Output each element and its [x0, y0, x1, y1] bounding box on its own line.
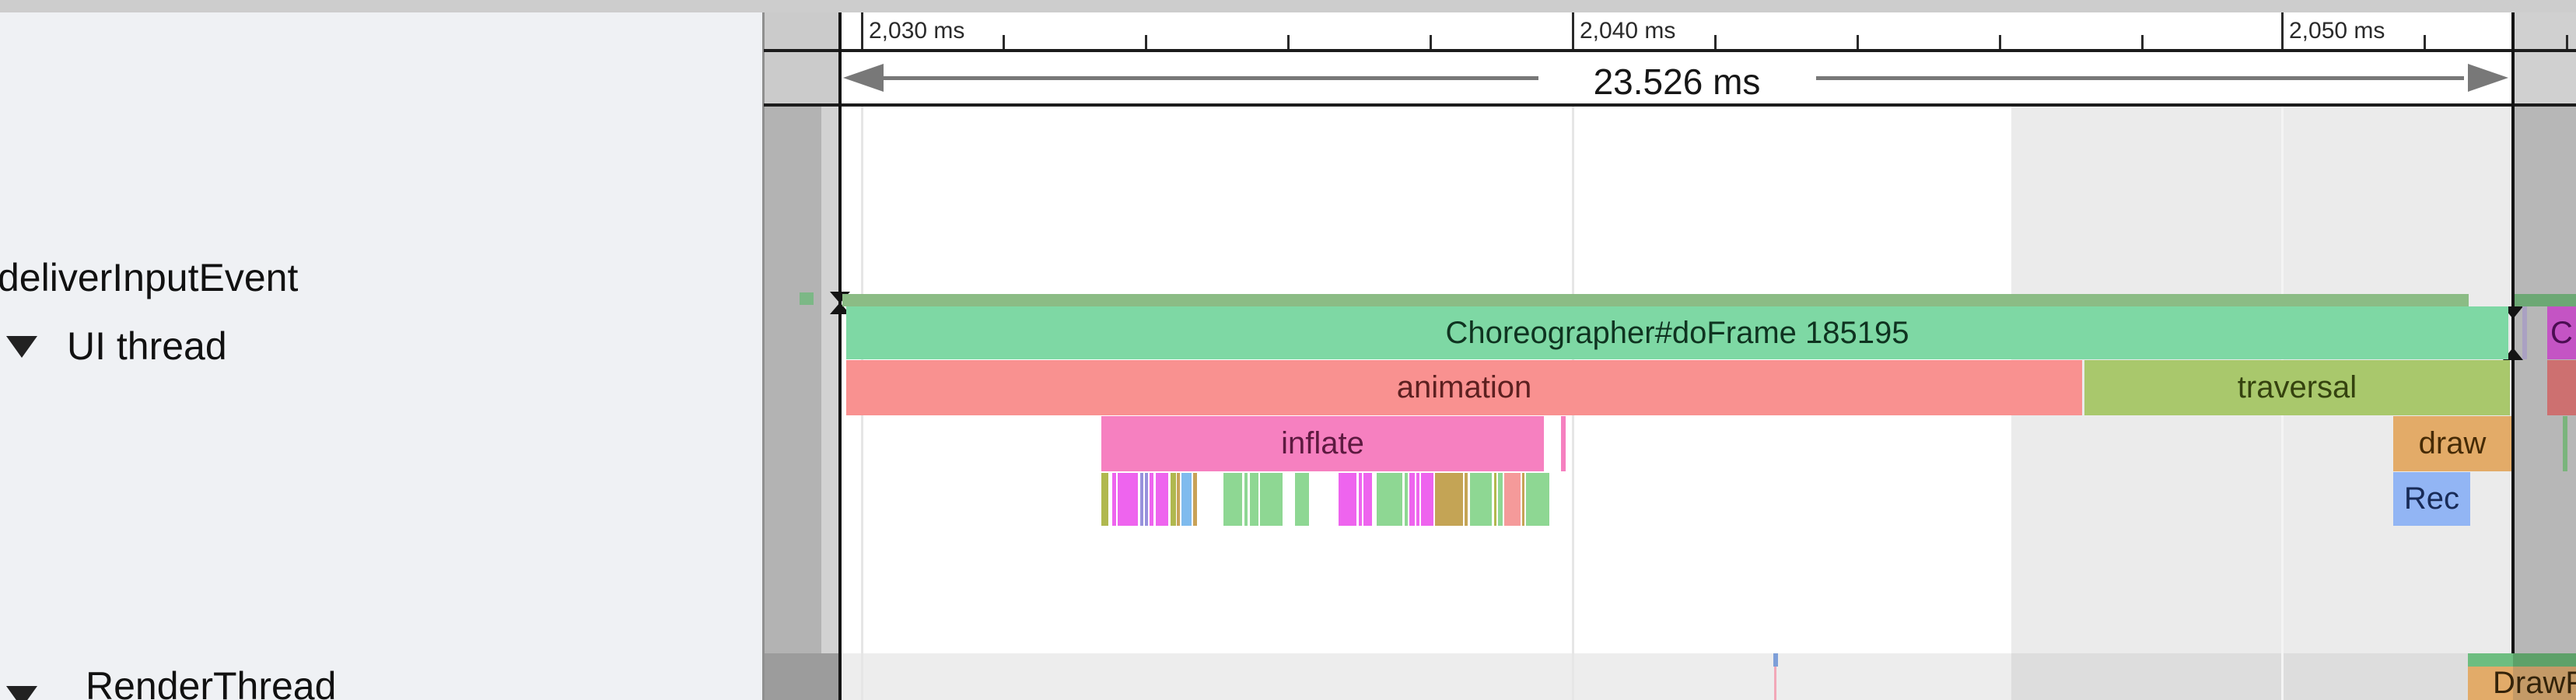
- timeline-sliver[interactable]: [1181, 473, 1192, 526]
- slice-label: draw: [2419, 426, 2487, 461]
- render-thread-slice[interactable]: DrawF: [2468, 667, 2513, 700]
- timeline-sliver[interactable]: [1416, 473, 1419, 526]
- timeline-sliver[interactable]: [1140, 473, 1143, 526]
- timeline-sliver[interactable]: [1522, 473, 1524, 526]
- track-gutter-inner: [821, 103, 838, 653]
- render-thread-strip-slice[interactable]: [1773, 653, 1778, 667]
- ruler-minor-tick: [1430, 35, 1432, 49]
- timeline-sliver[interactable]: [1405, 473, 1408, 526]
- ui-thread-strip-slice[interactable]: [842, 294, 2469, 306]
- ruler-major-tick: [2281, 12, 2284, 49]
- timeline-sliver[interactable]: [1223, 473, 1242, 526]
- timeline-sliver[interactable]: [1250, 473, 1258, 526]
- measurement-arrow-right-icon: [2468, 64, 2508, 92]
- slice-label: Rec: [2404, 481, 2459, 516]
- timeline-sliver[interactable]: [1363, 473, 1372, 526]
- measurement-arrow-shaft: [884, 76, 1538, 80]
- timeline-sliver[interactable]: [1177, 473, 1180, 526]
- timeline-slice[interactable]: [2547, 360, 2576, 415]
- collapse-arrow-icon[interactable]: [6, 336, 37, 358]
- render-thread-strip-slice[interactable]: [2468, 653, 2513, 667]
- ruler-minor-tick: [1714, 35, 1717, 49]
- ruler-row[interactable]: [838, 12, 2513, 49]
- sidebar-item-render-thread[interactable]: RenderThread: [86, 663, 336, 700]
- timeline-sliver[interactable]: [1193, 473, 1197, 526]
- ruler-major-tick: [861, 12, 863, 49]
- ruler-major-tick: [1572, 12, 1574, 49]
- timeline-sliver[interactable]: [1101, 473, 1108, 526]
- track-gutter-bottom: [765, 653, 838, 700]
- timeline-sliver[interactable]: [1260, 473, 1283, 526]
- timeline-sliver[interactable]: [1339, 473, 1356, 526]
- gutter-track-marker: [800, 292, 814, 305]
- timeline-sliver[interactable]: [1244, 473, 1248, 526]
- timeline-sliver[interactable]: [1465, 473, 1468, 526]
- timeline-sliver[interactable]: [1470, 473, 1492, 526]
- ruler-minor-tick: [1857, 35, 1859, 49]
- ruler-minor-tick: [1999, 35, 2001, 49]
- timeline-sliver[interactable]: [1421, 473, 1433, 526]
- timeline-slice[interactable]: [2522, 306, 2527, 359]
- timeline-sliver[interactable]: [1504, 473, 1521, 526]
- timeline-slice[interactable]: inflate: [1101, 416, 1544, 471]
- ruler-minor-tick: [1145, 35, 1147, 49]
- timeline-slice[interactable]: traversal: [2084, 360, 2510, 415]
- slice-label: inflate: [1281, 426, 1364, 461]
- ruler-minor-tick: [2424, 35, 2426, 49]
- ruler-tick-label: 2,040 ms: [1580, 12, 1675, 49]
- timeline-sliver[interactable]: [1145, 473, 1148, 526]
- collapse-arrow-icon[interactable]: [6, 686, 37, 700]
- timeline-slice[interactable]: Rec: [2393, 472, 2470, 526]
- render-thread-slice[interactable]: [1774, 667, 1776, 700]
- ui-thread-strip-slice[interactable]: [2515, 294, 2576, 306]
- render-thread-row[interactable]: [838, 653, 2011, 700]
- slice-label: Choreographer#doFrame 185195: [1446, 316, 1909, 351]
- ruler-tick-label: 2,050 ms: [2289, 12, 2385, 49]
- render-thread-row-band: [2011, 653, 2513, 700]
- timeline-sliver[interactable]: [1112, 473, 1116, 526]
- selection-line-left[interactable]: [838, 12, 842, 700]
- ruler-minor-tick: [2566, 35, 2568, 49]
- slice-label: C: [2550, 316, 2573, 351]
- slice-label: traversal: [2238, 370, 2357, 405]
- timeline-slice[interactable]: Choreographer#doFrame 185195: [846, 306, 2508, 359]
- measurement-arrow-shaft: [1816, 76, 2464, 80]
- timeline-sliver[interactable]: [1295, 473, 1309, 526]
- timeline-sliver[interactable]: [1377, 473, 1402, 526]
- timeline-sliver[interactable]: [1150, 473, 1153, 526]
- timeline-sliver[interactable]: [1156, 473, 1168, 526]
- timeline-slice[interactable]: draw: [2393, 416, 2511, 471]
- timeline-sliver[interactable]: [1498, 473, 1503, 526]
- ruler-minor-tick: [2141, 35, 2144, 49]
- trace-viewer-window: 2,030 ms 2,040 ms 2,050 ms Choreographer#d…: [0, 0, 2576, 700]
- ruler-minor-tick: [1003, 35, 1005, 49]
- measurement-label: 23.526 ms: [1594, 61, 1761, 103]
- timeline-slice[interactable]: C: [2547, 306, 2576, 359]
- timeline-sliver[interactable]: [1435, 473, 1463, 526]
- timeline-slice[interactable]: [1561, 416, 1566, 471]
- timeline-sliver[interactable]: [1494, 473, 1496, 526]
- slice-label: animation: [1397, 370, 1531, 405]
- sidebar-item-ui-thread[interactable]: UI thread: [67, 324, 227, 369]
- measurement-row-dimmed: [2513, 52, 2576, 103]
- slice-label: DrawF: [2468, 666, 2576, 700]
- timeline-slice[interactable]: [2563, 416, 2567, 471]
- measurement-arrow-left-icon: [843, 64, 884, 92]
- track-gutter: [765, 12, 838, 103]
- ruler-tick-label: 2,030 ms: [869, 12, 964, 49]
- top-strip: [0, 0, 2576, 12]
- ruler-minor-tick: [1287, 35, 1290, 49]
- timeline-sliver[interactable]: [1526, 473, 1549, 526]
- render-thread-strip-slice[interactable]: [2513, 653, 2576, 667]
- timeline-sliver[interactable]: [1359, 473, 1362, 526]
- timeline-slice[interactable]: animation: [846, 360, 2082, 415]
- timeline-sliver[interactable]: [1409, 473, 1415, 526]
- sidebar-item-deliverinputevent[interactable]: deliverInputEvent: [0, 255, 298, 300]
- timeline-sliver[interactable]: [1118, 473, 1138, 526]
- timeline-sliver[interactable]: [1171, 473, 1176, 526]
